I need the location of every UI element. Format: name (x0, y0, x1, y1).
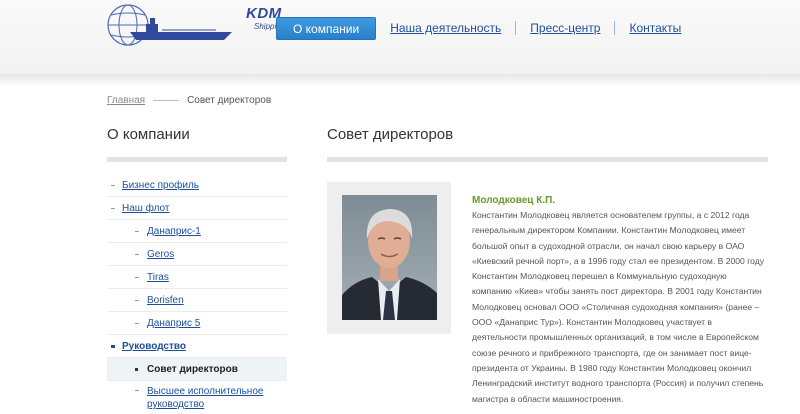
breadcrumb-home-link[interactable]: Главная (107, 95, 145, 106)
sidebar-item-label[interactable]: Наш флот (122, 203, 169, 214)
sidebar-menu: Бизнес профиль Наш флот Данаприс-1 Geros… (107, 174, 287, 414)
sidebar-item-management[interactable]: Руководство (107, 335, 287, 358)
bullet-icon (111, 208, 115, 209)
globe-ship-icon (107, 4, 232, 46)
bullet-icon (135, 323, 139, 324)
sidebar-item-our-fleet[interactable]: Наш флот (107, 197, 287, 220)
sidebar-divider (107, 157, 287, 162)
sidebar-item-label[interactable]: Borisfen (147, 295, 184, 306)
nav-press-link[interactable]: Пресс-центр (516, 17, 614, 40)
sidebar-item-borisfen[interactable]: Borisfen (107, 289, 287, 312)
bullet-icon (135, 390, 139, 391)
breadcrumb-current: Совет директоров (187, 95, 272, 106)
sidebar-item-label[interactable]: Руководство (122, 341, 186, 352)
sidebar-item-senior-management[interactable]: Высшее исполнительное руководство (107, 381, 287, 414)
person-photo (342, 195, 437, 320)
sidebar-item-board-of-directors[interactable]: Совет директоров (107, 358, 287, 381)
sidebar-item-business-profile[interactable]: Бизнес профиль (107, 174, 287, 197)
person-bio: Константин Молодковец является основател… (472, 210, 765, 404)
nav-about-button[interactable]: О компании (276, 16, 377, 40)
sidebar-item-danapris-5[interactable]: Данаприс 5 (107, 312, 287, 335)
sidebar-title: О компании (107, 126, 190, 143)
sidebar-item-label[interactable]: Данаприс-1 (147, 226, 201, 237)
portrait-image (342, 195, 437, 320)
page-title: Совет директоров (327, 126, 454, 143)
person-name: Молодковец К.П. (472, 195, 556, 206)
kdm-logo[interactable]: KDM Shipping (106, 2, 285, 48)
bullet-icon (135, 368, 138, 371)
header-shadow (0, 74, 800, 86)
sidebar-item-label[interactable]: Высшее исполнительное руководство (147, 385, 287, 411)
sidebar-item-label: Совет директоров (147, 363, 238, 375)
bullet-icon (135, 254, 139, 255)
title-divider (327, 157, 768, 162)
nav-contacts-link[interactable]: Контакты (615, 17, 695, 40)
bullet-icon (135, 277, 139, 278)
sidebar-item-label[interactable]: Tiras (147, 272, 169, 283)
breadcrumb-divider (153, 100, 180, 101)
nav-activity-link[interactable]: Наша деятельность (376, 17, 515, 40)
sidebar-item-danapris-1[interactable]: Данаприс-1 (107, 220, 287, 243)
main-nav: О компании Наша деятельность Пресс-центр… (276, 16, 695, 40)
sidebar-item-tiras[interactable]: Tiras (107, 266, 287, 289)
bullet-icon (135, 300, 139, 301)
bullet-icon (135, 231, 139, 232)
sidebar-item-label[interactable]: Geros (147, 249, 174, 260)
breadcrumb: Главная Совет директоров (107, 95, 271, 106)
bullet-icon (111, 185, 115, 186)
bullet-icon (111, 345, 115, 348)
sidebar-item-geros[interactable]: Geros (107, 243, 287, 266)
sidebar-item-label[interactable]: Данаприс 5 (147, 318, 200, 329)
sidebar-item-label[interactable]: Бизнес профиль (122, 180, 199, 191)
